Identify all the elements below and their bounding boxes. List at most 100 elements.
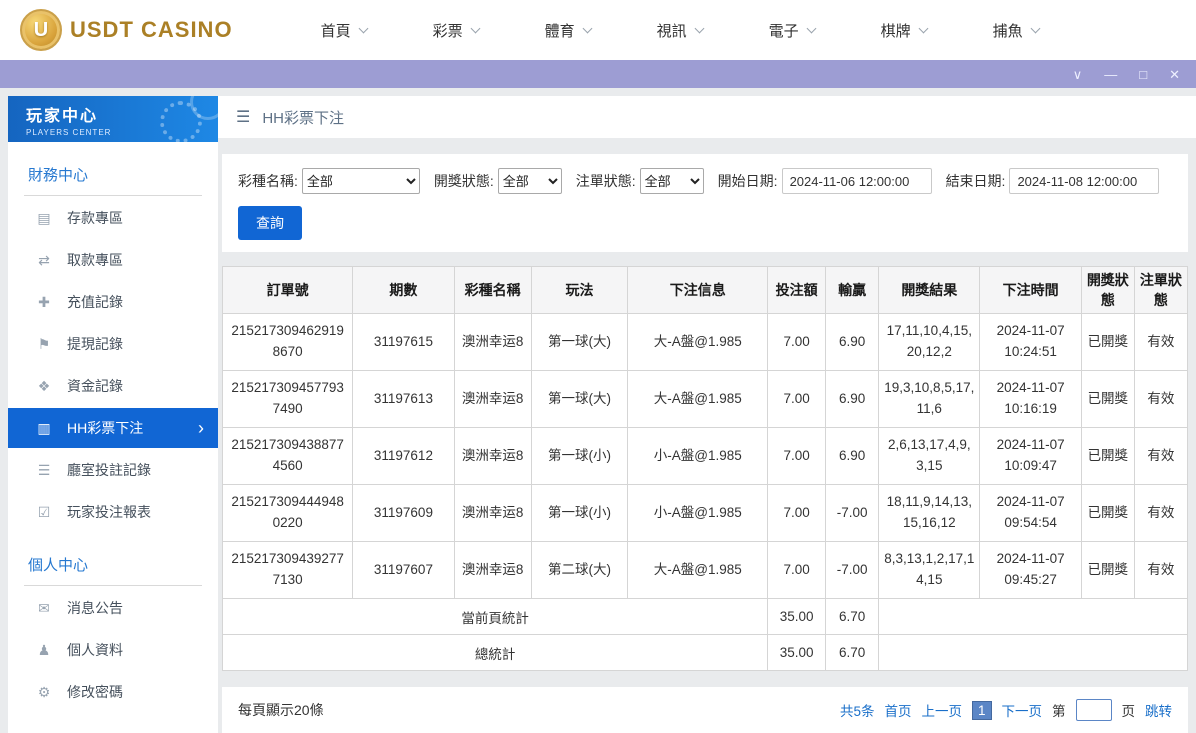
main-panel: ☰ HH彩票下注 彩種名稱: 全部 開獎狀態: 全部 注單狀態: 全部 開始日期…	[218, 96, 1196, 733]
sidebar-item-change-password[interactable]: ⚙ 修改密碼	[8, 672, 218, 712]
chevron-down-icon	[470, 23, 481, 33]
cell-win-loss: -7.00	[825, 541, 880, 599]
cell-draw-status: 已開獎	[1080, 370, 1135, 428]
col-period: 期數	[352, 266, 455, 314]
funds-record-icon: ❖	[37, 377, 51, 394]
table-row: 2152173094392777130 31197607 澳洲幸运8 第二球(大) 大-…	[221, 541, 1189, 599]
nav-item-label: 視訊	[656, 22, 687, 40]
cell-order-status: 有效	[1133, 541, 1189, 599]
order-status-select[interactable]: 全部	[639, 168, 704, 194]
sidebar-item-label: 存款專區	[67, 210, 123, 226]
sidebar-item-label: 取款專區	[67, 252, 123, 268]
nav-item-fishing[interactable]: 捕魚	[960, 0, 1072, 60]
sidebar-item-profile[interactable]: ♟ 個人資料	[8, 630, 218, 670]
sidebar-item-label: 廳室投註記錄	[67, 462, 151, 478]
sidebar-item-label: 修改密碼	[67, 684, 123, 700]
cell-win-loss: 6.90	[825, 370, 880, 428]
lottery-name-select[interactable]: 全部	[301, 168, 420, 194]
cell-draw-result: 18,11,9,14,13,15,16,12	[878, 484, 981, 542]
breadcrumb: HH彩票下注	[262, 109, 345, 127]
sidebar-title: 玩家中心	[26, 108, 99, 125]
col-draw-status: 開獎狀態	[1080, 266, 1135, 314]
recharge-record-icon: ✚	[38, 293, 50, 310]
cell-bet-info: 小-A盤@1.985	[627, 427, 769, 485]
hall-bet-records-icon: ☰	[37, 461, 51, 478]
nav-item-lottery[interactable]: 彩票	[400, 0, 512, 60]
sidebar-item-label: HH彩票下注	[67, 420, 144, 436]
nav-item-label: 棋牌	[880, 22, 911, 40]
hh-lottery-bets-icon: ▥	[37, 419, 51, 436]
cell-lottery-name: 澳洲幸运8	[453, 370, 532, 428]
chevron-down-icon	[1030, 23, 1041, 33]
breadcrumb-bar: ☰ HH彩票下注	[218, 96, 1196, 138]
cell-play-type: 第一球(大)	[530, 370, 629, 428]
table-row: 2152173094629198670 31197615 澳洲幸运8 第一球(大) 大-…	[221, 313, 1189, 371]
sidebar-item-deposit[interactable]: ▤ 存款專區	[8, 198, 218, 238]
content-area: 玩家中心 PLAYERS CENTER 財務中心 ▤ 存款專區 ⇄ 取款專區 ✚ 充值記錄 ⚑…	[0, 88, 1196, 733]
cell-bet-amount: 7.00	[767, 484, 827, 542]
players-center-header: 玩家中心 PLAYERS CENTER	[8, 96, 218, 142]
change-password-icon: ⚙	[37, 683, 51, 700]
prev-page-link[interactable]: 上一页	[921, 700, 962, 720]
next-page-link[interactable]: 下一页	[1002, 700, 1043, 720]
page-jump-input[interactable]	[1075, 699, 1112, 721]
end-date-input[interactable]	[1009, 168, 1160, 194]
cell-lottery-name: 澳洲幸运8	[453, 484, 532, 542]
sidebar-item-withdraw[interactable]: ⇄ 取款專區	[8, 240, 218, 280]
nav-item-home[interactable]: 首頁	[288, 0, 400, 60]
cell-play-type: 第一球(小)	[530, 484, 629, 542]
bets-table-card: 訂單號 期數 彩種名稱 玩法 下注信息 投注額 輸贏 開獎結果 下注時間 開獎狀態 注單狀態 215…	[221, 266, 1189, 671]
nav-item-slots[interactable]: 電子	[736, 0, 848, 60]
search-button[interactable]: 查詢	[238, 206, 302, 240]
nav-item-live-video[interactable]: 視訊	[624, 0, 736, 60]
cell-order-no: 2152173094392777130	[221, 541, 354, 599]
cell-order-status: 有效	[1133, 313, 1189, 371]
table-row: 2152173094388774560 31197612 澳洲幸运8 第一球(小) 小-…	[221, 427, 1189, 485]
col-order-no: 訂單號	[221, 266, 354, 314]
nav-item-label: 電子	[768, 22, 799, 40]
first-page-link[interactable]: 首页	[884, 700, 911, 720]
draw-status-select[interactable]: 全部	[497, 168, 562, 194]
table-header-row: 訂單號 期數 彩種名稱 玩法 下注信息 投注額 輸贏 開獎結果 下注時間 開獎狀態 注單狀態	[221, 266, 1189, 314]
sidebar-subtitle: PLAYERS CENTER	[26, 128, 112, 137]
window-controls: ∨ — □ ✕	[1073, 68, 1196, 81]
col-bet-amount: 投注額	[767, 266, 827, 314]
summary-win-loss: 6.70	[825, 598, 880, 635]
filter-actions: 查詢	[238, 206, 1172, 240]
summary-win-loss: 6.70	[825, 634, 880, 671]
sidebar-item-hh-lottery-bets[interactable]: ▥ HH彩票下注 ›	[8, 408, 218, 448]
cell-lottery-name: 澳洲幸运8	[453, 427, 532, 485]
sidebar-item-player-bet-report[interactable]: ☑ 玩家投注報表	[8, 492, 218, 532]
nav-item-sports[interactable]: 體育	[512, 0, 624, 60]
minimize-icon[interactable]: —	[1104, 68, 1117, 81]
draw-status-label: 開獎狀態:	[433, 173, 494, 189]
cell-draw-status: 已開獎	[1080, 427, 1135, 485]
chevron-right-icon: ›	[198, 418, 204, 438]
sidebar-item-messages[interactable]: ✉ 消息公告	[8, 588, 218, 628]
collapse-icon[interactable]: ∨	[1073, 68, 1083, 81]
summary-bet-amount: 35.00	[767, 634, 827, 671]
cell-period: 31197607	[352, 541, 455, 599]
filter-panel: 彩種名稱: 全部 開獎狀態: 全部 注單狀態: 全部 開始日期: 結束日期: 查…	[222, 154, 1188, 252]
summary-label: 當前頁統計	[221, 598, 769, 635]
sidebar-item-label: 消息公告	[67, 600, 123, 616]
sidebar-item-recharge-record[interactable]: ✚ 充值記錄	[8, 282, 218, 322]
chevron-down-icon	[582, 23, 593, 33]
menu-toggle-icon[interactable]: ☰	[236, 107, 250, 127]
col-win-loss: 輸贏	[825, 266, 880, 314]
nav-item-board-games[interactable]: 棋牌	[848, 0, 960, 60]
summary-bet-amount: 35.00	[767, 598, 827, 635]
jump-button[interactable]: 跳转	[1145, 700, 1172, 720]
maximize-icon[interactable]: □	[1139, 68, 1147, 81]
nav-item-label: 首頁	[320, 22, 351, 40]
sidebar-item-label: 充值記錄	[67, 294, 123, 310]
sidebar-item-funds-record[interactable]: ❖ 資金記錄	[8, 366, 218, 406]
cell-bet-amount: 7.00	[767, 427, 827, 485]
logo[interactable]: U USDT CASINO	[20, 9, 233, 51]
sidebar-item-hall-bet-records[interactable]: ☰ 廳室投註記錄	[8, 450, 218, 490]
close-icon[interactable]: ✕	[1169, 68, 1180, 81]
sidebar-item-withdrawal-record[interactable]: ⚑ 提現記錄	[8, 324, 218, 364]
col-lottery-name: 彩種名稱	[453, 266, 532, 314]
cell-bet-time: 2024-11-07 09:45:27	[979, 541, 1082, 599]
start-date-input[interactable]	[781, 168, 932, 194]
